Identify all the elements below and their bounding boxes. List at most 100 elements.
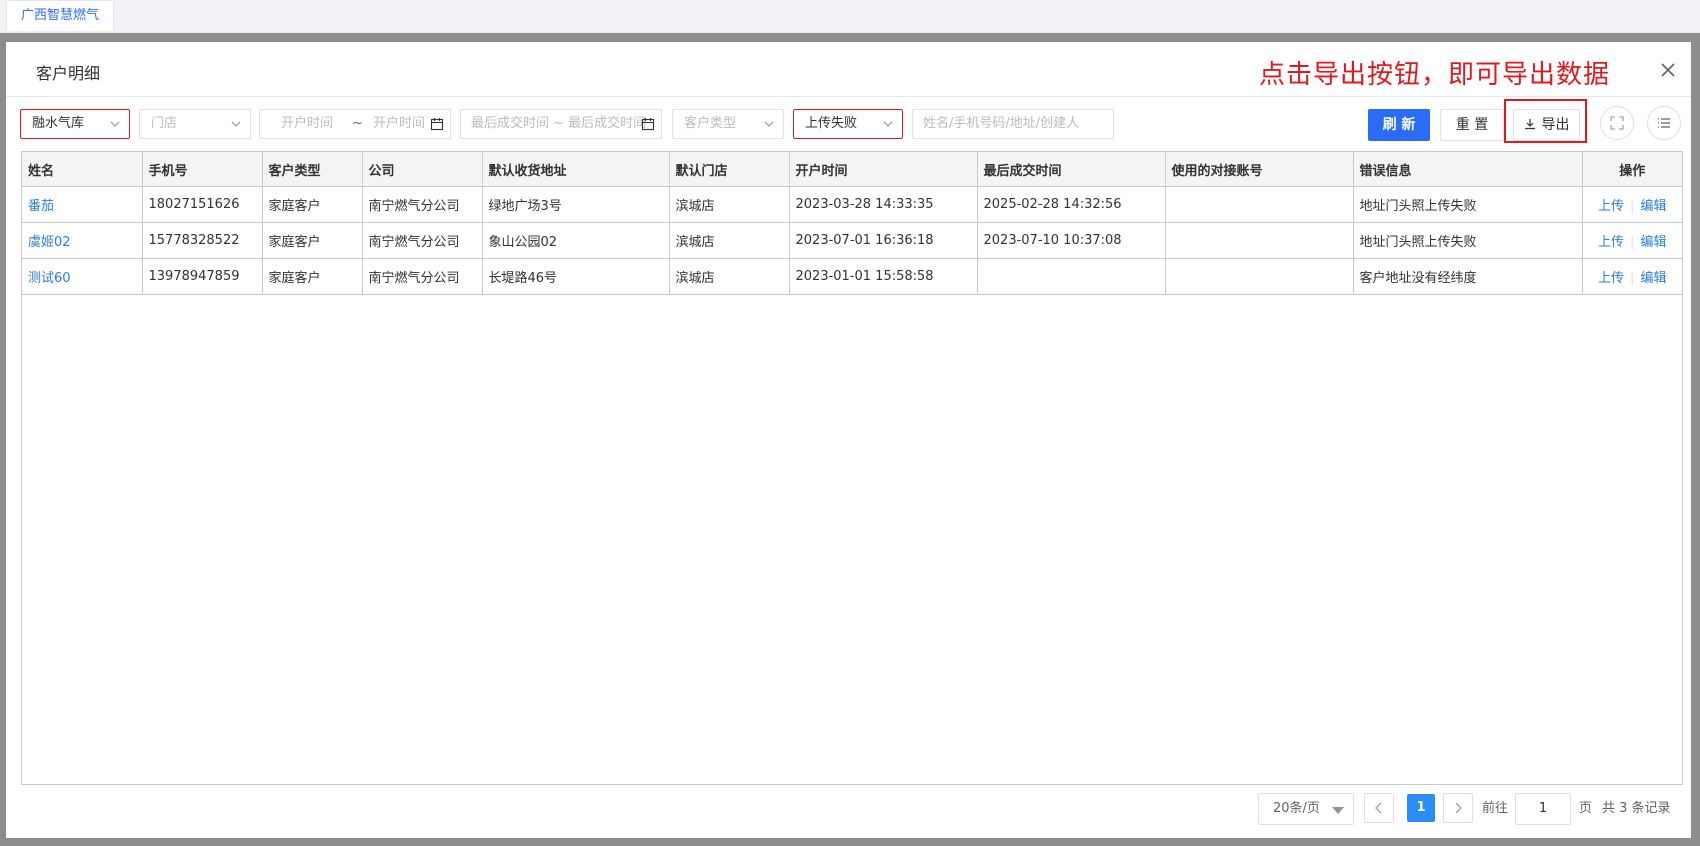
prev-page-button[interactable] bbox=[1364, 793, 1394, 823]
warehouse-select[interactable]: 融水气库 bbox=[20, 109, 130, 139]
edit-link[interactable]: 编辑 bbox=[1640, 199, 1666, 214]
cell-type: 家庭客户 bbox=[261, 258, 363, 295]
store-select[interactable]: 门店 bbox=[139, 109, 251, 139]
range-separator: ~ bbox=[352, 116, 363, 131]
close-button[interactable] bbox=[1656, 58, 1680, 82]
chevron-down-icon bbox=[764, 121, 774, 127]
cell-phone: 13978947859 bbox=[141, 258, 263, 295]
op-separator: | bbox=[1630, 271, 1635, 286]
column-settings-button[interactable] bbox=[1647, 106, 1681, 140]
cell-error: 地址门头照上传失败 bbox=[1352, 222, 1583, 259]
customer-name-link[interactable]: 测试60 bbox=[28, 271, 71, 286]
customer-name-link[interactable]: 虞姬02 bbox=[28, 235, 71, 250]
col-header-type[interactable]: 客户类型 bbox=[261, 152, 363, 187]
cell-operations: 上传 | 编辑 bbox=[1581, 186, 1682, 223]
col-header-name[interactable]: 姓名 bbox=[22, 152, 143, 187]
cell-store: 滨城店 bbox=[668, 222, 790, 259]
page-size-select[interactable]: 20条/页 bbox=[1258, 793, 1354, 825]
upload-link[interactable]: 上传 bbox=[1598, 271, 1624, 286]
open-end-placeholder: 开户时间 bbox=[373, 116, 426, 131]
customer-name-link[interactable]: 番茄 bbox=[28, 199, 54, 214]
cell-store: 滨城店 bbox=[668, 258, 790, 295]
cell-last-deal bbox=[976, 258, 1166, 295]
dialog-title: 客户明细 bbox=[36, 64, 101, 83]
cell-type: 家庭客户 bbox=[261, 222, 363, 259]
cell-address: 长堤路46号 bbox=[481, 258, 670, 295]
col-header-phone[interactable]: 手机号 bbox=[141, 152, 263, 187]
page-unit-label: 页 bbox=[1579, 801, 1593, 816]
customer-type-select[interactable]: 客户类型 bbox=[672, 109, 784, 139]
edit-link[interactable]: 编辑 bbox=[1640, 235, 1666, 250]
fullscreen-button[interactable] bbox=[1600, 106, 1634, 140]
upload-status-select[interactable]: 上传失败 bbox=[793, 109, 903, 139]
fullscreen-icon bbox=[1610, 116, 1624, 130]
cell-account bbox=[1164, 258, 1354, 295]
dialog-divider bbox=[6, 96, 1691, 97]
cell-company: 南宁燃气分公司 bbox=[361, 222, 483, 259]
cell-operations: 上传 | 编辑 bbox=[1581, 222, 1682, 259]
cell-last-deal: 2023-07-10 10:37:08 bbox=[976, 222, 1166, 259]
col-header-last-deal[interactable]: 最后成交时间 bbox=[976, 152, 1166, 187]
cell-address: 绿地广场3号 bbox=[481, 186, 670, 223]
col-header-open-time[interactable]: 开户时间 bbox=[788, 152, 978, 187]
table-row: 虞姬02 15778328522 家庭客户 南宁燃气分公司 象山公园02 滨城店… bbox=[22, 222, 1682, 259]
cell-open-time: 2023-03-28 14:33:35 bbox=[788, 186, 978, 223]
customer-type-placeholder: 客户类型 bbox=[684, 116, 737, 131]
search-input[interactable]: 姓名/手机号码/地址/创建人 bbox=[912, 109, 1114, 139]
export-label: 导出 bbox=[1541, 117, 1570, 133]
cell-operations: 上传 | 编辑 bbox=[1581, 258, 1682, 295]
cell-error: 地址门头照上传失败 bbox=[1352, 186, 1583, 223]
op-separator: | bbox=[1630, 235, 1635, 250]
table-row: 测试60 13978947859 家庭客户 南宁燃气分公司 长堤路46号 滨城店… bbox=[22, 258, 1682, 295]
cell-phone: 18027151626 bbox=[141, 186, 263, 223]
col-header-company[interactable]: 公司 bbox=[361, 152, 483, 187]
goto-page-input[interactable]: 1 bbox=[1515, 793, 1571, 825]
cell-company: 南宁燃气分公司 bbox=[361, 258, 483, 295]
upload-link[interactable]: 上传 bbox=[1598, 199, 1624, 214]
close-icon bbox=[1661, 63, 1675, 77]
store-placeholder: 门店 bbox=[151, 116, 178, 131]
download-icon bbox=[1524, 119, 1535, 130]
col-header-error[interactable]: 错误信息 bbox=[1352, 152, 1583, 187]
chevron-right-icon bbox=[1455, 802, 1462, 814]
cell-open-time: 2023-01-01 15:58:58 bbox=[788, 258, 978, 295]
cell-last-deal: 2025-02-28 14:32:56 bbox=[976, 186, 1166, 223]
last-deal-time-range-picker[interactable]: 最后成交时间 ~ 最后成交时间 bbox=[460, 109, 662, 139]
top-tab-bar: 广西智慧燃气 bbox=[0, 0, 1700, 33]
export-button[interactable]: 导出 bbox=[1513, 109, 1580, 141]
chevron-down-icon bbox=[883, 121, 893, 127]
calendar-icon bbox=[641, 118, 655, 131]
upload-link[interactable]: 上传 bbox=[1598, 235, 1624, 250]
refresh-button[interactable]: 刷 新 bbox=[1368, 109, 1430, 141]
chevron-down-icon bbox=[110, 121, 120, 127]
cell-store: 滨城店 bbox=[668, 186, 790, 223]
chevron-left-icon bbox=[1375, 802, 1382, 814]
goto-label: 前往 bbox=[1482, 801, 1509, 816]
open-time-range-picker[interactable]: 开户时间 ~ 开户时间 bbox=[259, 109, 451, 139]
last-deal-placeholder: 最后成交时间 ~ 最后成交时间 bbox=[471, 116, 647, 131]
search-placeholder: 姓名/手机号码/地址/创建人 bbox=[923, 116, 1080, 131]
cell-phone: 15778328522 bbox=[141, 222, 263, 259]
col-header-account[interactable]: 使用的对接账号 bbox=[1164, 152, 1354, 187]
next-page-button[interactable] bbox=[1443, 793, 1473, 823]
cell-account bbox=[1164, 222, 1354, 259]
table-row: 番茄 18027151626 家庭客户 南宁燃气分公司 绿地广场3号 滨城店 2… bbox=[22, 186, 1682, 223]
tab-guangxi-smart-gas[interactable]: 广西智慧燃气 bbox=[6, 0, 115, 31]
export-instruction-annotation: 点击导出按钮，即可导出数据 bbox=[1259, 60, 1611, 90]
table-header-row: 姓名 手机号 客户类型 公司 默认收货地址 默认门店 开户时间 最后成交时间 使… bbox=[22, 152, 1682, 187]
upload-status-value: 上传失败 bbox=[805, 116, 858, 131]
total-records: 共 3 条记录 bbox=[1602, 801, 1671, 816]
cell-account bbox=[1164, 186, 1354, 223]
list-icon bbox=[1658, 118, 1670, 128]
warehouse-value: 融水气库 bbox=[32, 116, 85, 131]
edit-link[interactable]: 编辑 bbox=[1640, 271, 1666, 286]
calendar-icon bbox=[430, 118, 444, 131]
cell-company: 南宁燃气分公司 bbox=[361, 186, 483, 223]
page-number-1[interactable]: 1 bbox=[1407, 794, 1435, 822]
col-header-address[interactable]: 默认收货地址 bbox=[481, 152, 670, 187]
col-header-store[interactable]: 默认门店 bbox=[668, 152, 790, 187]
cell-address: 象山公园02 bbox=[481, 222, 670, 259]
reset-button[interactable]: 重 置 bbox=[1440, 109, 1504, 141]
cell-error: 客户地址没有经纬度 bbox=[1352, 258, 1583, 295]
chevron-down-icon bbox=[231, 121, 241, 127]
